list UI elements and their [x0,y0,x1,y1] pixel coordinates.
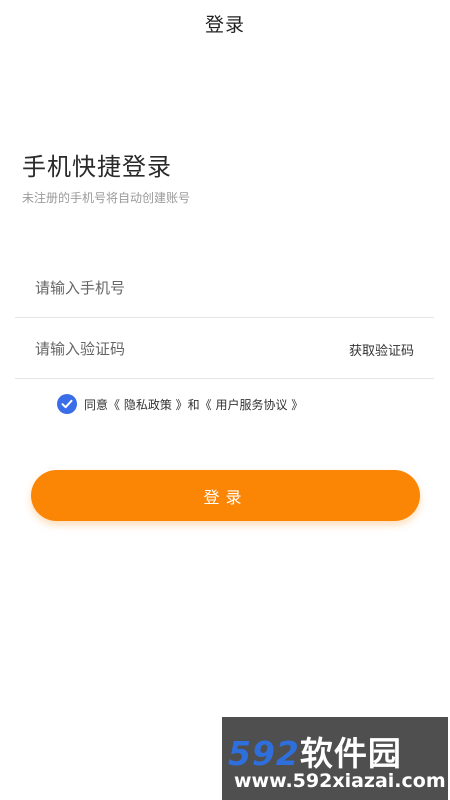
agreement-row: 同意《 隐私政策 》和《 用户服务协议 》 [57,394,303,414]
user-agreement-link[interactable]: 《 用户服务协议 》 [200,398,304,412]
code-field-row: 获取验证码 [15,319,434,379]
agreement-prefix: 同意 [84,397,109,412]
phone-field-row [15,258,434,318]
verification-code-input[interactable] [15,319,315,378]
login-heading: 手机快捷登录 [22,153,172,181]
agreement-checkbox[interactable] [57,394,77,414]
privacy-policy-link[interactable]: 《 隐私政策 》 [108,398,188,412]
watermark-number: 592 [228,734,300,773]
agreement-joiner: 和 [187,397,200,412]
watermark-url: www.592xiazai.com [234,770,446,792]
watermark-title: 592软件园 [228,727,402,775]
get-code-button[interactable]: 获取验证码 [349,340,414,359]
watermark-logo: 592软件园 www.592xiazai.com [222,717,448,800]
phone-input[interactable] [15,258,315,317]
login-button[interactable]: 登录 [31,470,420,521]
agreement-text: 同意《 隐私政策 》和《 用户服务协议 》 [84,396,303,413]
login-subtitle: 未注册的手机号将自动创建账号 [22,191,191,205]
checkmark-icon [61,399,73,409]
page-title: 登录 [204,14,245,36]
watermark-brand: 软件园 [299,734,402,773]
